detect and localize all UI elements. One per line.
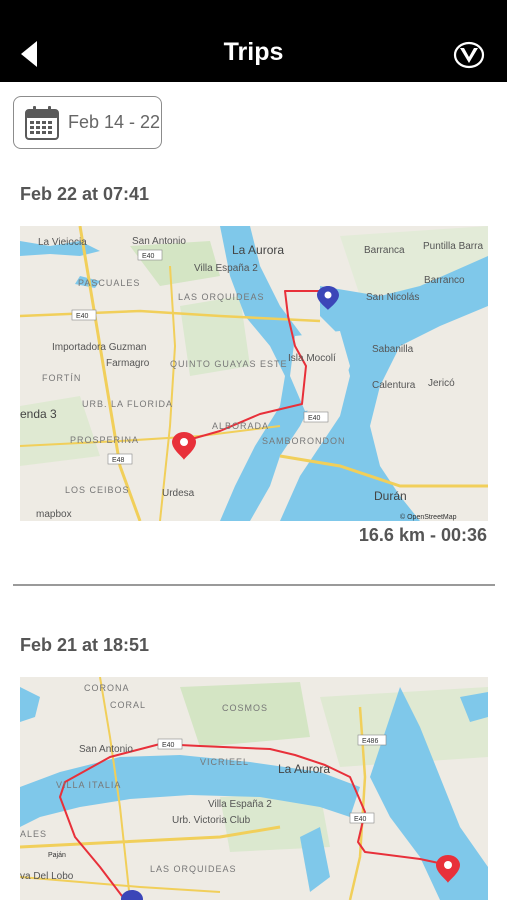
map-label: CORAL [110,700,146,710]
map-label: Puntilla Barra [423,241,483,252]
map-label: COSMOS [222,703,268,713]
map-label: San Nicolás [366,292,419,303]
map-label: Barranca [364,245,405,256]
map-label: VILLA ITALIA [56,780,121,790]
map-label: Durán [374,489,407,503]
calendar-icon [25,105,59,140]
map-label: LAS ORQUIDEAS [150,864,237,874]
map-label: E40 [76,313,89,320]
map-label: E48 [112,457,125,464]
map-label: E486 [362,738,378,745]
brand-logo-icon[interactable] [453,41,485,69]
map-label: La Aurora [278,762,330,776]
date-range-button[interactable]: Feb 14 - 22 [13,96,162,149]
map-label: Villa España 2 [194,263,258,274]
map-label: FORTÍN [42,373,81,383]
map-label: San Antonio [132,236,186,247]
map-label: LAS ORQUIDEAS [178,292,265,302]
map-label: QUINTO GUAYAS ESTE [170,359,288,369]
map-label: Barranco [424,275,465,286]
map-label: Sabanilla [372,344,414,355]
top-bar: Trips [0,0,507,82]
map-label: ALBORADA [212,421,269,431]
date-range-label: Feb 14 - 22 [68,112,161,132]
map-label: Calentura [372,380,416,391]
map-label: VICRIEEL [200,757,249,767]
map-label: La Vieiocia [38,237,87,248]
map-label: La Aurora [232,243,284,257]
map-label: Importadora Guzman [52,342,147,353]
trip-heading: Feb 21 at 18:51 [20,635,150,655]
map-label: Paján [48,852,66,859]
map-label: va Del Lobo [20,871,74,882]
divider [13,584,495,586]
trip-stats: 16.6 km - 00:36 [358,525,487,545]
map-label: Jericó [428,378,455,389]
map-label: Villa España 2 [208,799,272,810]
page-title: Trips [223,38,284,66]
map-label: E40 [308,415,321,422]
map-label: PASCUALES [78,278,140,288]
map-label: URB. LA FLORIDA [82,399,173,409]
mapbox-attribution: mapbox [36,509,72,520]
map-label: LOS CEIBOS [65,485,130,495]
map-label: Farmagro [106,358,150,369]
map-label: enda 3 [20,407,57,421]
trip-map[interactable]: CORONA CORAL COSMOS San Antonio VICRIEEL… [20,677,488,900]
map-label: E40 [162,742,175,749]
map-label: SAMBORONDON [262,436,346,446]
map-label: Urb. Victoria Club [172,815,251,826]
map-label: E40 [354,816,367,823]
osm-attribution: © OpenStreetMap [400,513,457,521]
map-label: CORONA [84,683,130,693]
map-label: ALES [20,829,47,839]
trip-map[interactable]: La Vieiocia San Antonio La Aurora Barran… [20,226,488,521]
map-label: Isla Mocolí [288,353,336,364]
map-label: Urdesa [162,488,195,499]
trip-heading: Feb 22 at 07:41 [20,184,150,204]
map-label: San Antonio [79,744,133,755]
map-label: E40 [142,253,155,260]
map-label: PROSPERINA [70,435,139,445]
